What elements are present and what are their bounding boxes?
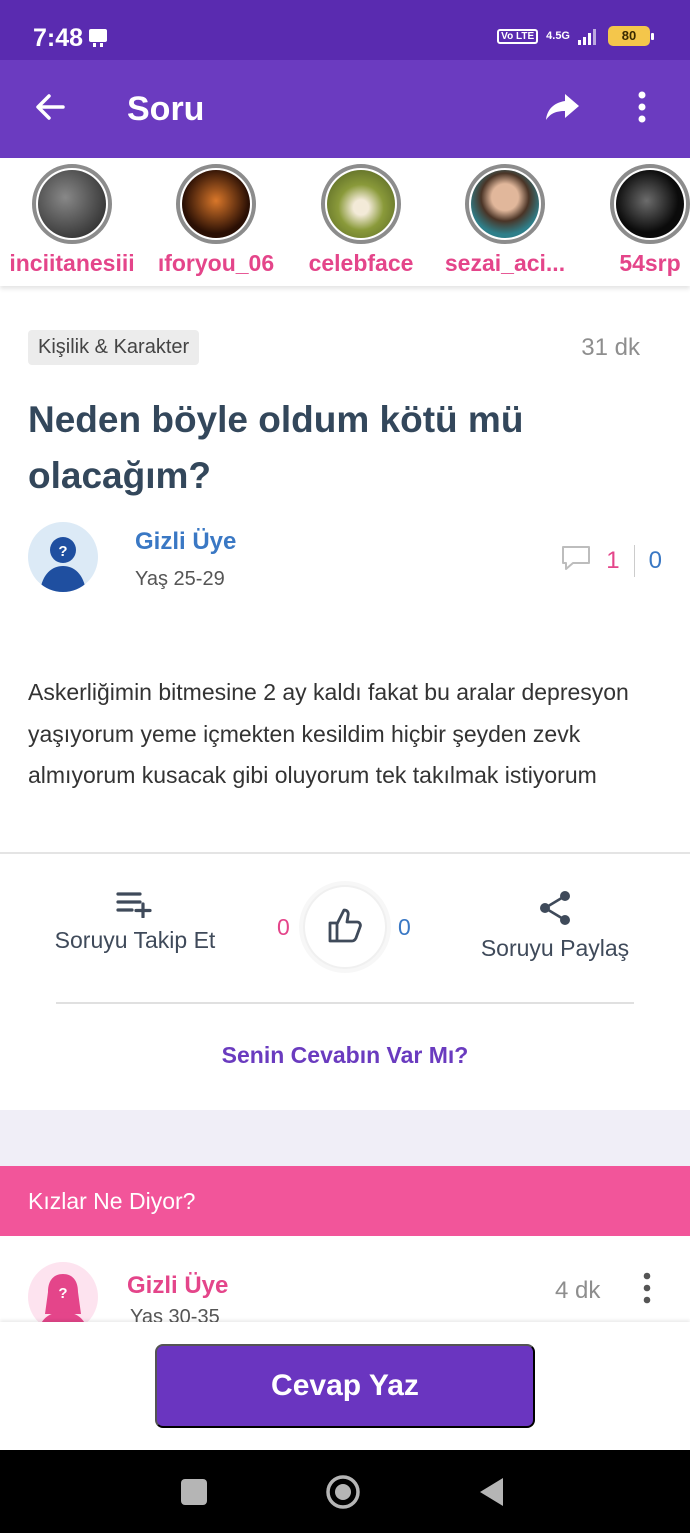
thumb-up-icon [327, 906, 363, 949]
asker-name[interactable]: Gizli Üye [135, 528, 236, 556]
story-avatar [616, 170, 684, 238]
story-username: sezai_aci... [444, 250, 566, 276]
answer-more-icon[interactable] [642, 1272, 652, 1309]
story-username: 54srp [619, 250, 681, 276]
playlist-add-icon [116, 892, 154, 922]
share-icon [538, 891, 572, 930]
volte-icon: Vo LTE [497, 28, 539, 44]
home-icon[interactable] [325, 1474, 361, 1515]
back-arrow-icon[interactable] [33, 90, 67, 129]
answer-time: 4 dk [555, 1277, 601, 1304]
more-vert-icon[interactable] [637, 90, 647, 129]
stats-divider [633, 544, 635, 577]
girls-section-header: Kızlar Ne Diyor? [0, 1166, 690, 1236]
story-item[interactable]: 54srp [575, 164, 690, 277]
story-username: ıforyou_06 [157, 250, 275, 276]
recents-icon[interactable] [180, 1478, 208, 1511]
girls-section-title: Kızlar Ne Diyor? [28, 1188, 196, 1214]
status-bar: 7:48 Vo LTE 4.5G 80 [0, 0, 690, 60]
notification-icon [88, 28, 108, 53]
network-type: 4.5G [546, 29, 570, 42]
question-time: 31 dk [581, 334, 640, 361]
share-question-button[interactable]: Soruyu Paylaş [470, 890, 640, 962]
story-username: celebface [308, 250, 414, 276]
comment-icon [560, 544, 592, 577]
category-tag[interactable]: Kişilik & Karakter [28, 330, 200, 365]
question-body: Askerliğimin bitmesine 2 ay kaldı fakat … [28, 679, 629, 788]
divider [56, 1002, 634, 1004]
back-nav-icon[interactable] [478, 1477, 504, 1512]
asker-avatar[interactable]: ? [28, 522, 98, 592]
stories-row: inciitanesiii ıforyou_06 celebface sezai… [0, 158, 690, 286]
story-avatar [471, 170, 539, 238]
story-username: inciitanesiii [9, 250, 135, 276]
like-button[interactable] [303, 885, 387, 969]
question-stats: 1 0 [560, 544, 662, 577]
follow-label: Soruyu Takip Et [54, 927, 216, 953]
your-answer-link[interactable]: Senin Cevabın Var Mı? [0, 1042, 690, 1069]
status-time: 7:48 [33, 24, 84, 52]
divider [0, 852, 690, 854]
bottom-action-bar: Cevap Yaz [0, 1322, 690, 1450]
section-spacer [0, 1110, 690, 1166]
signal-icon [578, 29, 596, 45]
story-avatar [327, 170, 395, 238]
page-title: Soru [127, 90, 205, 128]
other-count: 0 [648, 546, 662, 574]
story-item[interactable]: inciitanesiii [0, 164, 147, 277]
share-label: Soruyu Paylaş [480, 935, 630, 961]
system-nav-bar [0, 1450, 690, 1533]
story-item[interactable]: sezai_aci... [430, 164, 580, 277]
asker-age: Yaş 25-29 [135, 568, 225, 590]
question-title: Neden böyle oldum kötü mü olacağım? [28, 399, 524, 496]
write-answer-button[interactable]: Cevap Yaz [155, 1344, 535, 1428]
forward-share-icon[interactable] [545, 92, 581, 127]
vote-count-right: 0 [398, 914, 411, 940]
story-avatar [182, 170, 250, 238]
story-item[interactable]: ıforyou_06 [141, 164, 291, 277]
battery-icon: 80 [608, 26, 654, 46]
svg-text:?: ? [58, 1285, 67, 1302]
comment-count: 1 [606, 546, 620, 574]
svg-text:?: ? [58, 543, 67, 560]
vote-count-left: 0 [277, 914, 290, 940]
app-bar: Soru [0, 60, 690, 158]
follow-question-button[interactable]: Soruyu Takip Et [40, 890, 230, 954]
story-avatar [38, 170, 106, 238]
story-item[interactable]: celebface [286, 164, 436, 277]
status-indicators: Vo LTE 4.5G 80 [497, 26, 654, 46]
answer-author-name[interactable]: Gizli Üye [127, 1272, 228, 1300]
